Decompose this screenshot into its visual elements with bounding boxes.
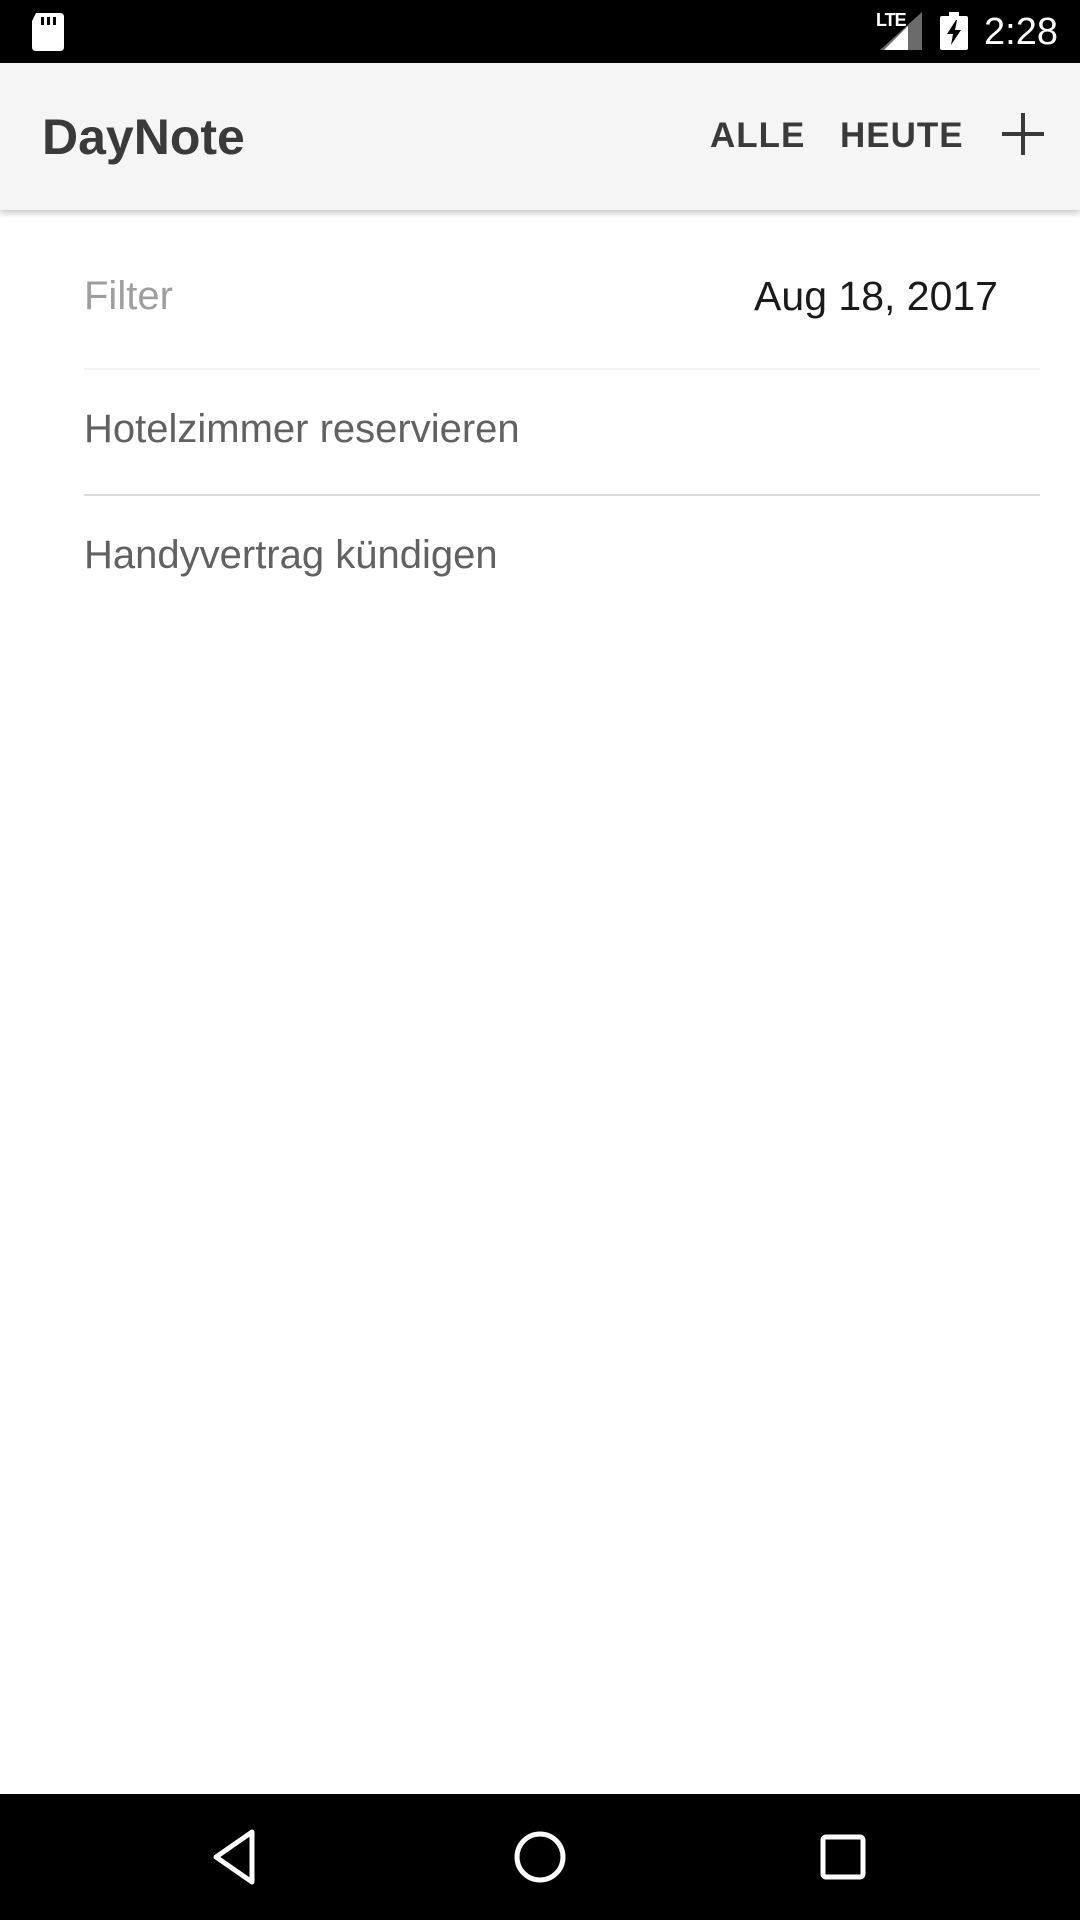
all-notes-button[interactable]: ALLE (710, 111, 805, 161)
note-list-item[interactable]: Handyvertrag kündigen (84, 496, 1040, 620)
plus-icon[interactable] (1000, 111, 1046, 157)
back-icon[interactable] (204, 1824, 270, 1890)
today-notes-button[interactable]: HEUTE (840, 111, 964, 161)
signal-icon (880, 12, 922, 50)
note-text: Hotelzimmer reservieren (84, 407, 520, 451)
navigation-bar (0, 1794, 1080, 1920)
status-bar: LTE 2:28 (0, 0, 1080, 63)
battery-charging-icon (940, 12, 968, 50)
recents-icon[interactable] (810, 1824, 876, 1890)
app-bar: DayNote ALLE HEUTE (0, 63, 1080, 210)
home-icon[interactable] (507, 1824, 573, 1890)
filter-row: Aug 18, 2017 (84, 270, 1040, 360)
note-list-item[interactable]: Hotelzimmer reservieren (84, 370, 1040, 494)
date-picker-label[interactable]: Aug 18, 2017 (754, 270, 998, 322)
filter-input[interactable] (84, 270, 684, 322)
status-clock: 2:28 (984, 11, 1058, 53)
note-text: Handyvertrag kündigen (84, 533, 498, 577)
sd-card-icon (32, 13, 64, 51)
app-title: DayNote (42, 109, 245, 165)
